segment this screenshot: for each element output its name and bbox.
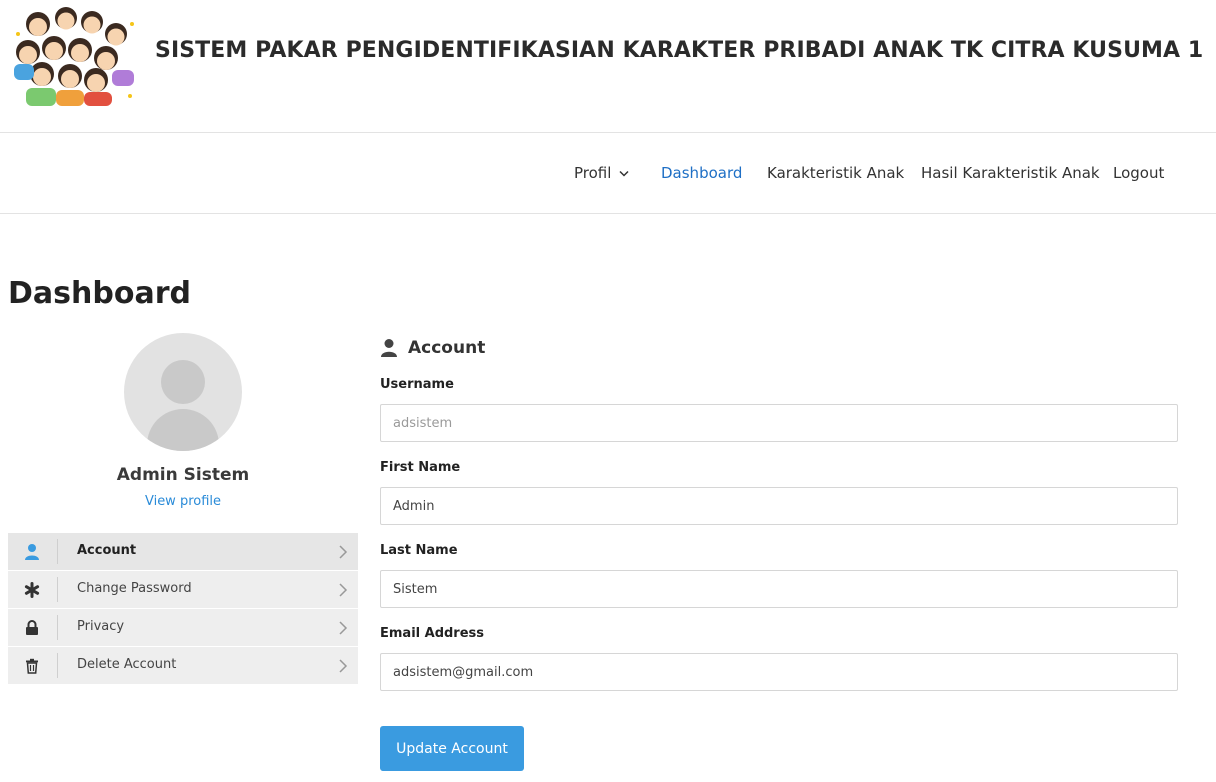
- update-account-button[interactable]: Update Account: [380, 726, 524, 771]
- email-field[interactable]: [380, 653, 1178, 691]
- chevron-right-icon: [339, 621, 348, 635]
- account-section-heading: Account: [380, 338, 485, 358]
- chevron-right-icon: [339, 545, 348, 559]
- nav-karakteristik-anak[interactable]: Karakteristik Anak: [767, 164, 904, 182]
- avatar: [124, 333, 242, 451]
- chevron-right-icon: [339, 659, 348, 673]
- chevron-right-icon: [339, 583, 348, 597]
- view-profile-link[interactable]: View profile: [8, 494, 358, 509]
- nav-dashboard[interactable]: Dashboard: [661, 164, 742, 182]
- nav-profil-label: Profil: [574, 164, 612, 182]
- side-menu-label: Delete Account: [77, 657, 177, 672]
- first-name-field[interactable]: [380, 487, 1178, 525]
- menu-divider: [57, 577, 58, 602]
- page-title: Dashboard: [8, 276, 191, 311]
- menu-divider: [57, 615, 58, 640]
- account-heading-text: Account: [408, 338, 486, 358]
- site-title: SISTEM PAKAR PENGIDENTIFIKASIAN KARAKTER…: [155, 38, 1204, 63]
- first-name-label: First Name: [380, 460, 461, 475]
- menu-divider: [57, 539, 58, 564]
- children-logo-icon: [14, 7, 134, 106]
- side-menu-label: Privacy: [77, 619, 125, 634]
- last-name-field[interactable]: [380, 570, 1178, 608]
- account-side-menu: Account Change Password Privacy Delete A…: [8, 533, 358, 685]
- email-label: Email Address: [380, 626, 485, 641]
- username-label: Username: [380, 377, 454, 392]
- side-menu-account[interactable]: Account: [8, 533, 358, 570]
- nav-logout[interactable]: Logout: [1113, 164, 1164, 182]
- side-menu-label: Account: [77, 543, 137, 558]
- user-icon: [381, 339, 397, 357]
- main-navbar: Profil Dashboard Karakteristik Anak Hasi…: [0, 134, 1216, 214]
- profile-name: Admin Sistem: [116, 465, 250, 485]
- menu-divider: [57, 653, 58, 678]
- side-menu-delete-account[interactable]: Delete Account: [8, 647, 358, 684]
- avatar-placeholder-icon: [147, 360, 219, 451]
- side-menu-label: Change Password: [77, 581, 192, 596]
- site-header: SISTEM PAKAR PENGIDENTIFIKASIAN KARAKTER…: [0, 0, 1216, 133]
- username-field[interactable]: [380, 404, 1178, 442]
- trash-icon: [22, 656, 42, 676]
- side-menu-privacy[interactable]: Privacy: [8, 609, 358, 646]
- chevron-down-icon: [619, 170, 629, 177]
- last-name-label: Last Name: [380, 543, 458, 558]
- nav-profil[interactable]: Profil: [574, 164, 629, 182]
- nav-hasil-karakteristik-anak[interactable]: Hasil Karakteristik Anak: [921, 164, 1100, 182]
- side-menu-change-password[interactable]: Change Password: [8, 571, 358, 608]
- user-icon: [22, 542, 42, 562]
- lock-icon: [22, 618, 42, 638]
- asterisk-icon: [22, 580, 42, 600]
